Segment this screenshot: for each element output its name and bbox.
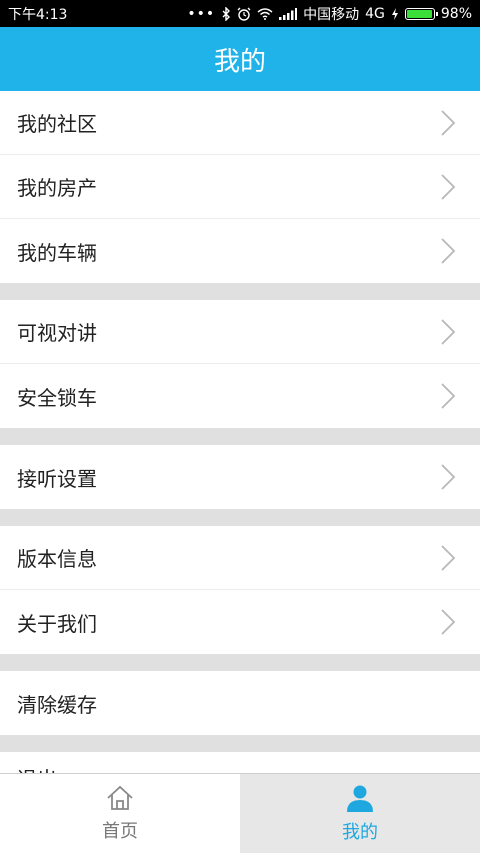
menu-item-my-vehicles[interactable]: 我的车辆 <box>0 219 480 283</box>
carrier-name: 中国移动 <box>303 6 360 23</box>
battery-icon <box>404 7 438 20</box>
status-bar: 下午4:13 ••• 中国移动 4G 98% <box>0 0 480 27</box>
menu-item-label: 可视对讲 <box>17 321 97 345</box>
bottom-tab-bar: 首页 我的 <box>0 773 480 853</box>
bluetooth-icon <box>222 6 231 21</box>
menu-item-clear-cache[interactable]: 清除缓存 <box>0 671 480 735</box>
status-indicators: ••• 中国移动 4G 98% <box>187 4 472 24</box>
menu-item-label: 我的社区 <box>17 112 97 136</box>
tab-label: 首页 <box>102 820 138 842</box>
chevron-right-icon <box>441 383 456 409</box>
page-header: 我的 <box>0 27 480 91</box>
more-dots-icon: ••• <box>187 5 216 22</box>
chevron-right-icon <box>441 318 456 345</box>
menu-item-safe-lock-car[interactable]: 安全锁车 <box>0 364 480 428</box>
group-divider <box>0 654 480 671</box>
chevron-right-icon <box>441 109 456 136</box>
group-divider <box>0 735 480 752</box>
chevron-right-icon <box>441 544 456 571</box>
menu-item-label: 我的车辆 <box>17 240 97 265</box>
tab-mine[interactable]: 我的 <box>240 774 480 853</box>
menu-item-label: 接听设置 <box>17 466 97 491</box>
chevron-right-icon <box>441 173 456 200</box>
group-divider <box>0 283 480 300</box>
menu-item-version-info[interactable]: 版本信息 <box>0 526 480 590</box>
alarm-icon <box>237 7 251 21</box>
home-icon <box>107 785 133 810</box>
user-icon <box>347 785 373 812</box>
status-time: 下午4:13 <box>8 6 68 23</box>
menu-item-label: 安全锁车 <box>17 385 97 410</box>
menu-item-answer-settings[interactable]: 接听设置 <box>0 445 480 509</box>
menu-item-label: 关于我们 <box>17 611 97 636</box>
chevron-right-icon <box>441 609 456 635</box>
signal-icon <box>279 7 298 20</box>
menu-item-about-us[interactable]: 关于我们 <box>0 590 480 654</box>
network-type: 4G <box>365 5 385 22</box>
chevron-right-icon <box>441 238 456 264</box>
group-divider <box>0 509 480 526</box>
page-title: 我的 <box>213 46 266 77</box>
charging-icon <box>391 7 398 20</box>
menu-item-label: 清除缓存 <box>17 692 97 717</box>
tab-label: 我的 <box>342 821 378 843</box>
tab-home[interactable]: 首页 <box>0 774 240 853</box>
menu-item-label: 版本信息 <box>17 547 97 571</box>
menu-item-my-community[interactable]: 我的社区 <box>0 91 480 155</box>
chevron-right-icon <box>441 464 456 490</box>
menu-item-my-property[interactable]: 我的房产 <box>0 155 480 219</box>
group-divider <box>0 428 480 445</box>
menu-item-logout[interactable]: 退出 <box>0 752 480 774</box>
wifi-icon <box>257 7 273 20</box>
menu-item-label: 我的房产 <box>17 176 97 200</box>
menu-item-video-intercom[interactable]: 可视对讲 <box>0 300 480 364</box>
battery-level <box>406 9 433 18</box>
menu-list[interactable]: 我的社区 我的房产 我的车辆 可视对讲 安全锁车 接听设置 版本信息 关于我们 … <box>0 91 480 774</box>
battery-percent: 98% <box>440 5 472 22</box>
